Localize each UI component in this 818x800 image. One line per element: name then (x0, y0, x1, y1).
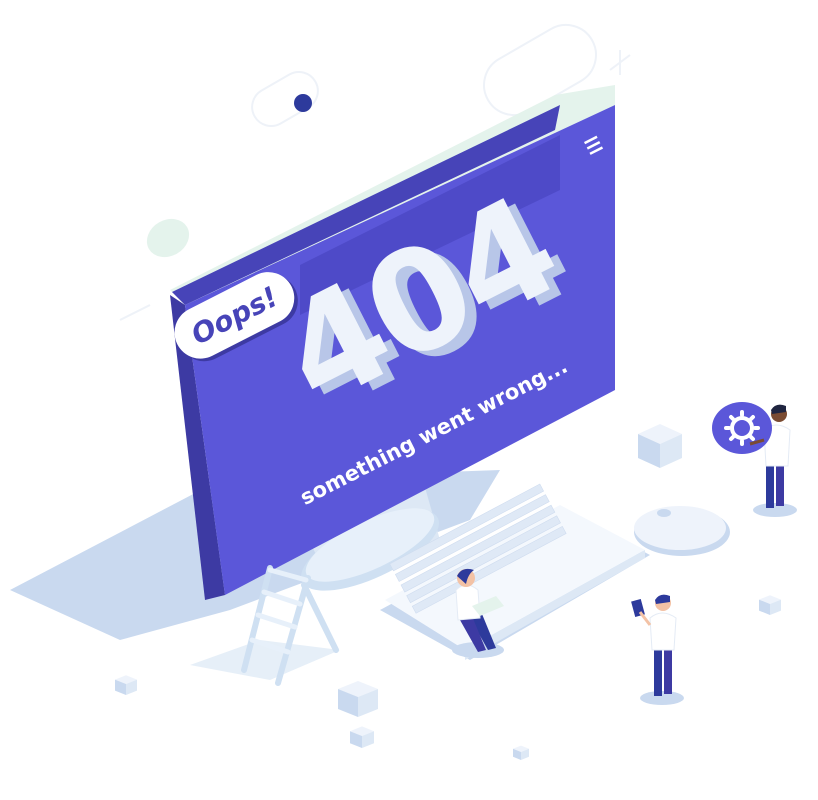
dot-decoration (294, 94, 312, 112)
mouse[interactable] (634, 506, 730, 556)
person-holding-gear (712, 402, 797, 517)
error-404-illustration: Oops! 404 404 something went wrong... (10, 24, 797, 760)
cube-large (638, 424, 682, 468)
gear-icon (712, 402, 772, 454)
person-with-tablet (631, 594, 684, 705)
